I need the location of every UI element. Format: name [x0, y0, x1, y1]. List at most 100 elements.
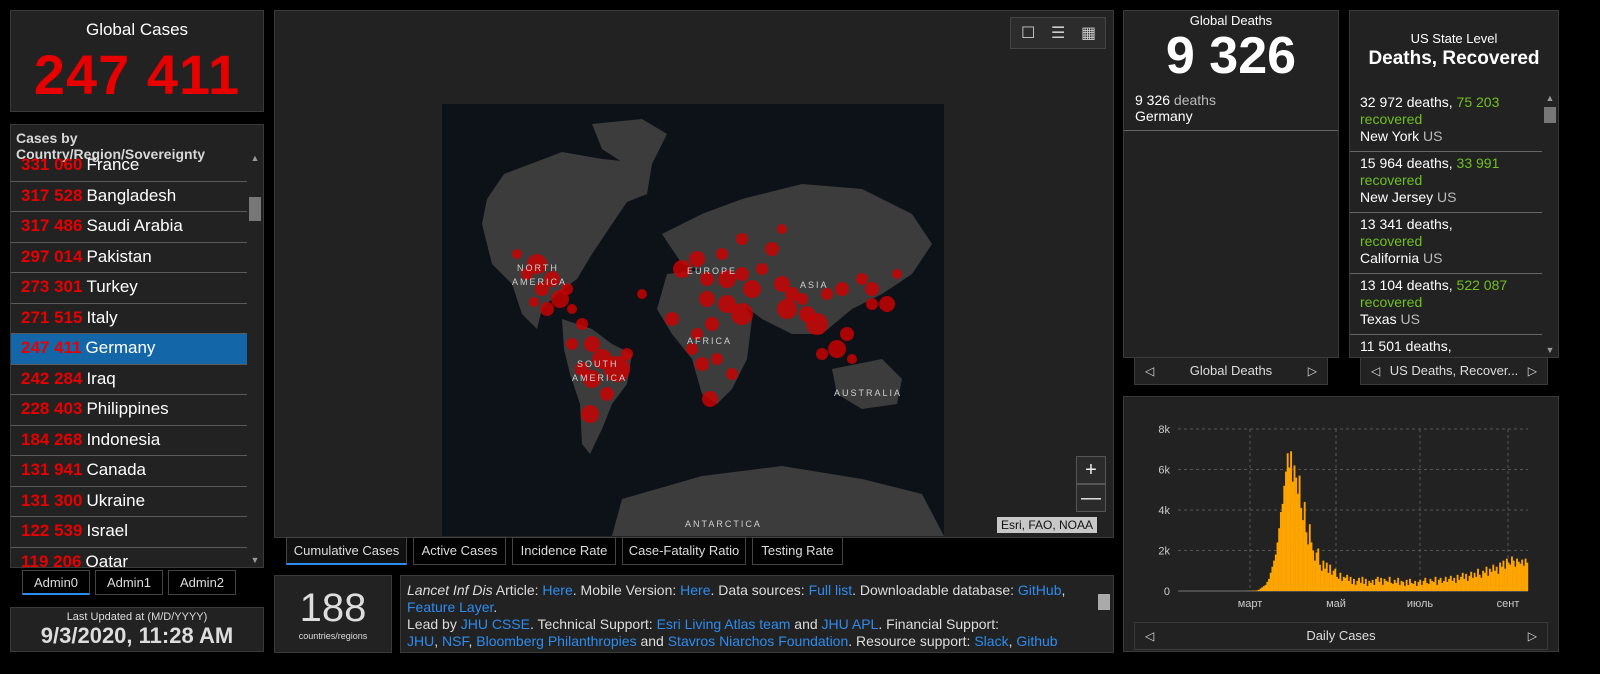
scroll-down-icon[interactable]: ▼ [247, 555, 263, 565]
tab-active-cases[interactable]: Active Cases [413, 537, 506, 565]
country-row[interactable]: 131 941 Canada [11, 456, 247, 487]
case-marker[interactable] [695, 357, 709, 371]
us-state-row[interactable]: 15 964 deaths, 33 991 recovered New Jersey… [1350, 152, 1542, 213]
us-state-row[interactable]: 11 501 deaths, recoveredFlorida US [1350, 335, 1542, 357]
link-data-sources[interactable]: Full list [809, 582, 853, 598]
case-marker[interactable] [743, 280, 761, 298]
case-marker[interactable] [731, 303, 753, 325]
scroll-up-icon[interactable]: ▲ [247, 153, 263, 163]
global-deaths-detail[interactable]: 9 326 deaths Germany [1124, 88, 1338, 131]
case-marker[interactable] [856, 273, 868, 285]
link-github-2[interactable]: Github [1016, 633, 1057, 649]
next-icon[interactable]: ▷ [1528, 623, 1537, 649]
scroll-thumb[interactable] [249, 197, 261, 221]
case-marker[interactable] [736, 233, 748, 245]
case-marker[interactable] [865, 282, 879, 296]
case-marker[interactable] [726, 368, 738, 380]
case-marker[interactable] [512, 249, 522, 259]
case-marker[interactable] [637, 289, 647, 299]
us-state-row[interactable]: 13 104 deaths, 522 087 recovered Texas US [1350, 274, 1542, 335]
country-row[interactable]: 297 014 Pakistan [11, 243, 247, 273]
case-marker[interactable] [840, 327, 854, 341]
case-marker[interactable] [621, 348, 633, 360]
case-marker[interactable] [892, 269, 902, 279]
case-marker[interactable] [705, 317, 719, 331]
zoom-out-button[interactable]: — [1076, 484, 1106, 512]
country-row[interactable]: 131 300 Ukraine [11, 487, 247, 517]
prev-icon[interactable]: ◁ [1145, 358, 1154, 384]
tab-incidence-rate[interactable]: Incidence Rate [512, 537, 616, 565]
scroll-up-icon[interactable]: ▲ [1542, 93, 1558, 103]
country-row[interactable]: 331 060 France [11, 151, 247, 182]
link-snf[interactable]: Stavros Niarchos Foundation [668, 633, 849, 649]
link-jhu[interactable]: JHU [407, 633, 434, 649]
tab-testing-rate[interactable]: Testing Rate [752, 537, 843, 565]
scroll-down-icon[interactable]: ▼ [1542, 345, 1558, 355]
tab-case-fatality-ratio[interactable]: Case-Fatality Ratio [622, 537, 746, 565]
link-mobile[interactable]: Here [680, 582, 710, 598]
info-scroll-thumb[interactable] [1098, 594, 1110, 610]
link-slack[interactable]: Slack [974, 633, 1008, 649]
case-marker[interactable] [716, 248, 728, 260]
world-map[interactable]: NORTH AMERICA EUROPE ASIA AFRICA SOUTH A… [442, 104, 944, 536]
case-marker[interactable] [699, 291, 715, 307]
bookmark-icon[interactable]: ☐ [1021, 23, 1035, 43]
country-row[interactable]: 247 411 Germany [11, 334, 247, 365]
case-marker[interactable] [665, 312, 679, 326]
country-row[interactable]: 228 403 Philippines [11, 395, 247, 426]
link-feature-layer[interactable]: Feature Layer [407, 599, 493, 615]
scroll-thumb[interactable] [1544, 107, 1556, 123]
case-marker[interactable] [581, 405, 599, 423]
country-row[interactable]: 242 284 Iraq [11, 365, 247, 395]
case-marker[interactable] [847, 354, 857, 364]
country-row[interactable]: 317 528 Bangladesh [11, 182, 247, 212]
case-marker[interactable] [879, 296, 895, 312]
case-marker[interactable] [777, 299, 797, 319]
case-marker[interactable] [828, 340, 846, 358]
link-jhu-apl[interactable]: JHU APL [822, 616, 879, 632]
case-marker[interactable] [540, 302, 554, 316]
country-row[interactable]: 119 206 Qatar [11, 548, 247, 568]
case-marker[interactable] [702, 391, 718, 407]
case-marker[interactable] [711, 353, 723, 365]
case-marker[interactable] [777, 224, 787, 234]
tab-admin0[interactable]: Admin0 [22, 570, 90, 595]
link-github[interactable]: GitHub [1018, 582, 1062, 598]
link-bloomberg[interactable]: Bloomberg Philanthropies [476, 633, 636, 649]
tab-cumulative-cases[interactable]: Cumulative Cases [286, 537, 407, 565]
case-marker[interactable] [567, 304, 577, 314]
country-row[interactable]: 122 539 Israel [11, 517, 247, 548]
case-marker[interactable] [866, 298, 878, 310]
case-marker[interactable] [765, 242, 779, 256]
country-list-scrollbar[interactable]: ▲ ▼ [247, 151, 263, 567]
zoom-in-button[interactable]: + [1076, 456, 1106, 484]
case-marker[interactable] [806, 313, 828, 335]
country-row[interactable]: 273 301 Turkey [11, 273, 247, 304]
tab-admin2[interactable]: Admin2 [168, 570, 236, 595]
prev-icon[interactable]: ◁ [1371, 358, 1380, 384]
case-marker[interactable] [566, 338, 578, 350]
us-state-row[interactable]: 32 972 deaths, 75 203 recovered New York U… [1350, 91, 1542, 152]
case-marker[interactable] [735, 267, 749, 281]
us-state-row[interactable]: 13 341 deaths, recovered California US [1350, 213, 1542, 274]
link-jhu-csse[interactable]: JHU CSSE [461, 616, 530, 632]
case-marker[interactable] [600, 387, 614, 401]
case-marker[interactable] [835, 282, 849, 296]
link-esri[interactable]: Esri Living Atlas team [657, 616, 791, 632]
link-article[interactable]: Here [542, 582, 572, 598]
next-icon[interactable]: ▷ [1528, 358, 1537, 384]
case-marker[interactable] [756, 263, 768, 275]
list-icon[interactable]: ☰ [1051, 23, 1065, 43]
country-row[interactable]: 184 268 Indonesia [11, 426, 247, 456]
qr-code-icon[interactable]: ▦ [1081, 23, 1096, 43]
country-row[interactable]: 317 486 Saudi Arabia [11, 212, 247, 243]
info-scrollbar[interactable] [1097, 578, 1111, 650]
case-marker[interactable] [529, 297, 539, 307]
tab-admin1[interactable]: Admin1 [95, 570, 163, 595]
case-marker[interactable] [576, 318, 588, 330]
us-list-scrollbar[interactable]: ▲ ▼ [1542, 91, 1558, 357]
case-marker[interactable] [816, 348, 828, 360]
next-icon[interactable]: ▷ [1308, 358, 1317, 384]
case-marker[interactable] [785, 287, 799, 301]
link-nsf[interactable]: NSF [442, 633, 468, 649]
